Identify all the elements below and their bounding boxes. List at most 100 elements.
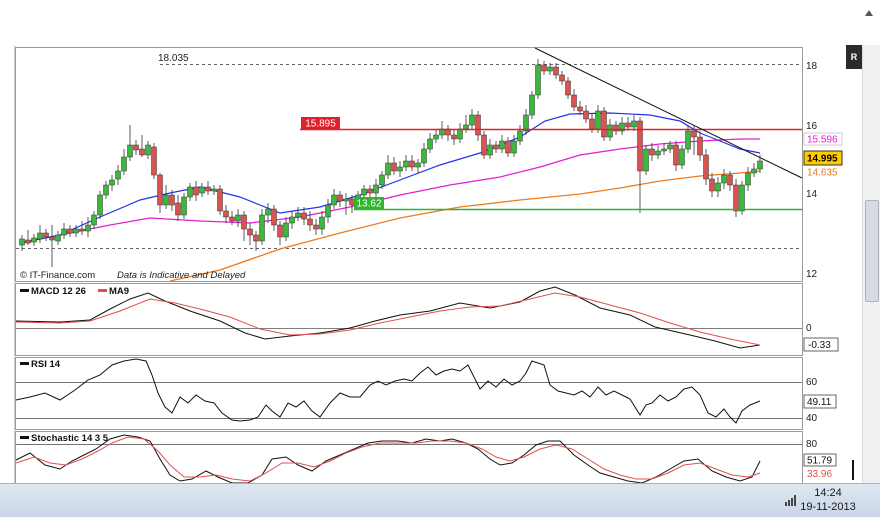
- candle-body: [643, 148, 649, 172]
- candle-body: [631, 120, 637, 128]
- candle-body: [151, 146, 157, 176]
- candle-body: [535, 64, 541, 96]
- candle-body: [139, 148, 145, 156]
- svg-text:18: 18: [806, 61, 818, 72]
- candle-body: [751, 168, 757, 174]
- candle-body: [271, 208, 277, 226]
- candle-body: [733, 184, 739, 212]
- support-label: 13.62: [354, 197, 384, 210]
- candle-body: [91, 214, 97, 226]
- candle-body: [199, 186, 205, 194]
- candle-body: [397, 166, 403, 172]
- candle-body: [115, 170, 121, 180]
- svg-text:14.995: 14.995: [807, 154, 838, 165]
- candle-body: [325, 204, 331, 218]
- candle-body: [427, 138, 433, 150]
- candle-body: [61, 228, 67, 236]
- candle-body: [109, 179, 115, 186]
- svg-text:-0.33: -0.33: [808, 340, 831, 351]
- scrollbar-thumb[interactable]: [865, 200, 879, 302]
- candle-body: [475, 114, 481, 136]
- svg-text:Data is Indicative and Delayed: Data is Indicative and Delayed: [117, 270, 246, 281]
- candle-body: [655, 150, 661, 156]
- candle-body: [241, 214, 247, 230]
- candle-body: [625, 122, 631, 128]
- candle-body: [601, 110, 607, 138]
- candle-body: [265, 208, 271, 216]
- svg-text:RSI 14: RSI 14: [31, 359, 61, 370]
- candle-body: [403, 160, 409, 168]
- candle-body: [481, 134, 487, 156]
- vertical-scrollbar[interactable]: [862, 45, 880, 483]
- candle-body: [121, 156, 127, 172]
- candle-body: [157, 174, 163, 206]
- candle-body: [343, 198, 349, 202]
- candle-body: [583, 110, 589, 120]
- candle-body: [193, 186, 199, 196]
- candle-body: [757, 160, 763, 170]
- svg-text:13.62: 13.62: [356, 199, 381, 210]
- candle-body: [313, 224, 319, 230]
- candle-body: [349, 198, 355, 206]
- candle-body: [25, 239, 31, 244]
- candle-body: [649, 148, 655, 156]
- scroll-up-arrow-icon[interactable]: [862, 6, 876, 20]
- candle-body: [295, 212, 301, 218]
- candle-body: [331, 194, 337, 206]
- candle-body: [55, 234, 61, 242]
- candle-body: [541, 64, 547, 72]
- resize-handle[interactable]: [852, 460, 854, 480]
- svg-text:Stochastic 14 3 5: Stochastic 14 3 5: [31, 433, 109, 444]
- candle-body: [373, 184, 379, 194]
- chart-area[interactable]: 18.035 15.895 13.62 18 16 14 12 15.596 1…: [0, 45, 862, 483]
- candle-body: [469, 114, 475, 126]
- candle-body: [187, 186, 193, 198]
- candle-body: [229, 216, 235, 222]
- candlesticks: [19, 59, 763, 267]
- candle-body: [283, 222, 289, 238]
- rsi-legend: RSI 14: [20, 359, 61, 370]
- stochastic-value-badges: 51.79 33.96: [803, 453, 837, 480]
- candle-body: [85, 224, 91, 232]
- candle-body: [319, 216, 325, 230]
- candle-body: [547, 66, 553, 72]
- candle-body: [385, 162, 391, 176]
- candle-body: [595, 110, 601, 130]
- candle-body: [367, 188, 373, 194]
- moving-averages: [19, 112, 761, 282]
- macd-signal-line: [15, 292, 761, 346]
- candle-body: [673, 144, 679, 166]
- candle-body: [127, 144, 133, 158]
- candle-body: [247, 228, 253, 236]
- rsi-value-badge: 49.11: [803, 394, 837, 409]
- candle-body: [691, 130, 697, 138]
- candle-body: [709, 178, 715, 192]
- ma-pink-line: [59, 138, 760, 236]
- candle-body: [553, 66, 559, 76]
- candle-body: [661, 148, 667, 152]
- candle-body: [499, 140, 505, 150]
- svg-text:15.596: 15.596: [807, 135, 838, 146]
- stochastic-lines: [15, 434, 761, 483]
- taskbar-clock[interactable]: 14:24 19-11-2013: [788, 486, 868, 514]
- taskbar: 14:24 19-11-2013: [0, 483, 880, 517]
- rsi-path: [15, 358, 761, 424]
- svg-text:14.635: 14.635: [807, 168, 838, 179]
- candle-body: [289, 216, 295, 224]
- candle-body: [391, 162, 397, 172]
- stochastic-legend: Stochastic 14 3 5: [20, 433, 109, 444]
- candle-body: [607, 124, 613, 138]
- candle-body: [175, 202, 181, 216]
- candle-body: [169, 194, 175, 206]
- candle-body: [505, 140, 511, 154]
- candle-body: [277, 224, 283, 238]
- candle-body: [223, 210, 229, 218]
- svg-text:16: 16: [806, 121, 818, 132]
- candle-body: [37, 232, 43, 240]
- panel-toggle-button[interactable]: R: [846, 45, 862, 69]
- macd-legend: MACD 12 26 MA9: [20, 286, 129, 297]
- candle-body: [667, 144, 673, 150]
- svg-text:33.96: 33.96: [807, 469, 832, 480]
- candle-body: [73, 228, 79, 234]
- candle-body: [361, 188, 367, 196]
